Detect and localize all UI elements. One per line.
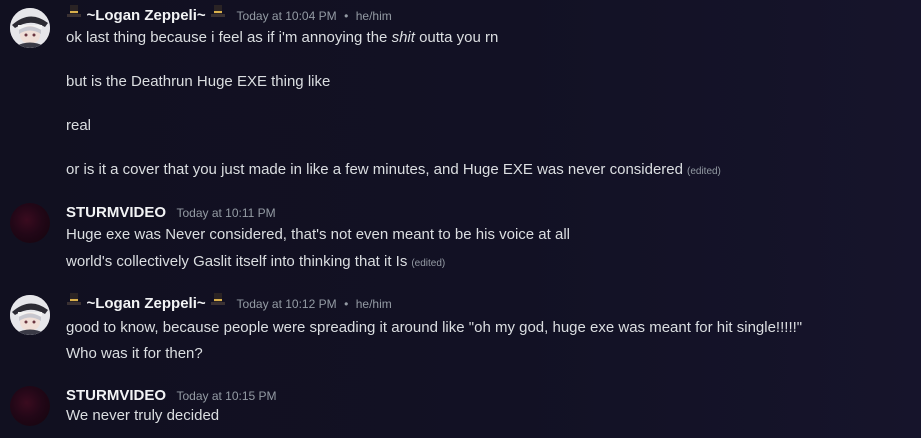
pronouns: he/him <box>355 297 392 311</box>
message-header: STURMVIDEO Today at 10:15 PM <box>66 386 277 406</box>
timestamp[interactable]: Today at 10:15 PM <box>176 389 276 403</box>
message-line: real <box>66 117 92 134</box>
username[interactable]: STURMVIDEO <box>66 204 166 221</box>
timestamp[interactable]: Today at 10:11 PM <box>176 206 275 220</box>
message-line: Who was it for then? <box>66 345 203 362</box>
separator-dot: • <box>344 9 349 23</box>
edited-label: (edited) <box>411 258 446 269</box>
username[interactable]: STURMVIDEO <box>66 387 166 404</box>
message-text: outta you rn <box>414 29 499 46</box>
message-header: ~Logan Zeppeli~ Today at 10:12 PM • he/h… <box>66 291 392 314</box>
message-group: ~Logan Zeppeli~ Today at 10:04 PM • he/h… <box>0 0 921 190</box>
top-hat-icon <box>210 291 226 313</box>
message-header: STURMVIDEO Today at 10:11 PM <box>66 203 276 223</box>
timestamp[interactable]: Today at 10:04 PM <box>237 9 337 23</box>
message-text: world's collectively Gaslit itself into … <box>66 253 408 270</box>
message-text-italic: shit <box>391 29 415 46</box>
message-header: ~Logan Zeppeli~ Today at 10:04 PM • he/h… <box>66 3 392 26</box>
message-text: ok last thing because i feel as if i'm a… <box>66 29 392 46</box>
message-line: ok last thing because i feel as if i'm a… <box>66 28 498 48</box>
message-line: good to know, because people were spread… <box>66 319 803 336</box>
user-avatar[interactable] <box>10 386 50 426</box>
message-line: but is the Deathrun Huge EXE thing like <box>66 73 331 90</box>
message-line: Huge exe was Never considered, that's no… <box>66 226 570 243</box>
pronouns: he/him <box>355 9 392 23</box>
top-hat-icon <box>210 3 226 25</box>
timestamp[interactable]: Today at 10:12 PM <box>237 297 337 311</box>
message-line: We never truly decided <box>66 407 220 424</box>
message-text: or is it a cover that you just made in l… <box>66 161 683 178</box>
top-hat-icon <box>66 3 82 25</box>
message-group: STURMVIDEO Today at 10:11 PM Huge exe wa… <box>0 198 921 278</box>
username[interactable]: ~Logan Zeppeli~ <box>86 7 205 24</box>
user-avatar[interactable] <box>10 203 50 243</box>
message-group: STURMVIDEO Today at 10:15 PM We never tr… <box>0 384 921 438</box>
top-hat-icon <box>66 291 82 313</box>
message-line: or is it a cover that you just made in l… <box>66 160 721 182</box>
username[interactable]: ~Logan Zeppeli~ <box>86 295 205 312</box>
message-line: world's collectively Gaslit itself into … <box>66 252 445 274</box>
user-avatar[interactable] <box>10 295 50 335</box>
edited-label: (edited) <box>686 166 721 177</box>
message-group: ~Logan Zeppeli~ Today at 10:12 PM • he/h… <box>0 292 921 372</box>
user-avatar[interactable] <box>10 8 50 48</box>
separator-dot: • <box>344 297 349 311</box>
